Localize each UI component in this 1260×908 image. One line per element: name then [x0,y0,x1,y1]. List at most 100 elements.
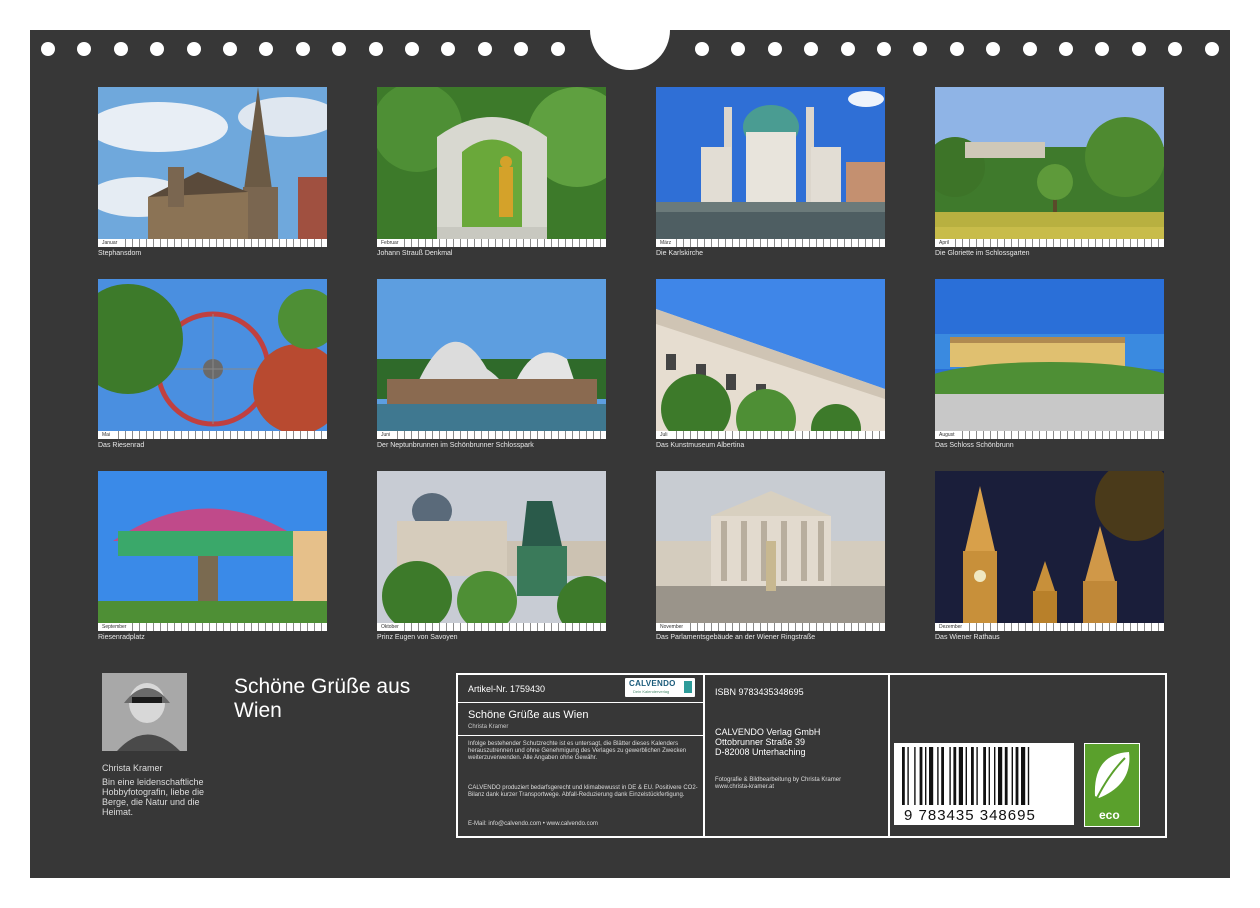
barcode-bar [971,747,974,805]
barcode-bar [941,747,944,805]
karlskirche-image [656,87,885,247]
legal-notice: Infolge bestehender Schutzrechte ist es … [468,741,687,761]
author-bio: Bin eine leidenschaftliche Hobbyfotograf… [102,777,205,817]
info-calendar-title: Schöne Grüße aus Wien [468,709,589,721]
photo-image: März [656,87,885,247]
riesenrad-image [98,279,327,439]
publisher-column: ISBN 9783435348695 CALVENDO Verlag GmbH … [705,675,890,836]
binding-hole [1022,42,1037,56]
photo-tile-riesenradplatz: September Riesenradplatz [98,471,327,641]
photo-tile-schoenbrunn: August Das Schloss Schönbrunn [935,279,1164,449]
month-label: Juli [658,431,670,439]
month-label: April [937,239,952,247]
month-label: Mai [100,431,113,439]
barcode-bar [925,747,927,805]
binding-hole [405,42,419,56]
logo-mark-icon [684,681,692,693]
barcode-bar [1015,747,1019,805]
binding-hole [259,42,274,56]
prinz-eugen-image [377,471,606,631]
photo-caption: Die Karlskirche [656,250,704,257]
barcode-bar [983,747,986,805]
author-name: Christa Kramer [102,763,163,773]
photo-caption: Prinz Eugen von Savoyen [377,634,458,641]
eco-badge: eco [1084,743,1140,827]
barcode: 9 783435 348695 [894,743,1074,825]
binding-hole [840,42,855,56]
publisher-address: CALVENDO Verlag GmbH Ottobrunner Straße … [715,727,820,757]
photo-image: September [98,471,327,631]
photo-caption: Das Riesenrad [98,442,145,449]
binding-hole [223,42,237,56]
photo-image: August [935,279,1164,439]
eco-label: eco [1099,808,1120,822]
barcode-digits: 9 783435 348695 [904,807,1036,824]
barcode-bar [988,747,990,805]
binding-hole [41,42,55,56]
binding-hole [550,42,565,56]
hanger-cutout [590,0,670,70]
month-label: August [937,431,957,439]
binding-hole [113,42,128,56]
photo-caption: Johann Strauß Denkmal [377,250,453,257]
month-label: Januar [100,239,120,247]
logo-subtitle: Dein Kalenderverlag [633,689,670,694]
binding-hole [368,42,383,56]
strauss-monument-image [377,87,606,247]
barcode-bar [1004,747,1008,805]
info-calendar-author: Christa Kramer [468,724,509,730]
binding-hole [77,42,92,56]
barcode-bar [902,747,905,805]
barcode-bar [929,747,934,805]
photo-image: Januar [98,87,327,247]
binding-hole [1204,42,1219,56]
photo-caption: Das Parlamentsgebäude an der Wiener Ring… [656,634,816,641]
publisher-name: CALVENDO Verlag GmbH [715,727,821,737]
calendar-title: Schöne Grüße aus Wien [234,675,411,722]
publisher-city: D-82008 Unterhaching [715,747,806,757]
month-label: Februar [379,239,401,247]
barcode-bar [994,747,996,805]
leaf-icon [1094,752,1130,799]
barcode-bar [1021,747,1026,805]
neptunbrunnen-image [377,279,606,439]
binding-hole [913,42,928,56]
isbn: ISBN 9783435348695 [715,687,804,697]
binding-hole [804,42,819,56]
month-label: Dezember [937,623,965,631]
photo-image: Mai [98,279,327,439]
photo-credit: Fotografie & Bildbearbeitung by Christa … [715,777,885,791]
photo-image: Februar [377,87,606,247]
photo-tile-strauss: Februar Johann Strauß Denkmal [377,87,606,257]
photo-tile-riesenrad: Mai Das Riesenrad [98,279,327,449]
carousel-image [98,471,327,631]
photo-tile-parlament: November Das Parlamentsgebäude an der Wi… [656,471,885,641]
barcode-bar [958,747,963,805]
binding-hole [695,42,709,56]
binding-hole [332,42,347,56]
barcode-bar [1027,747,1030,805]
binding-hole [477,42,492,56]
barcode-bar [907,747,909,805]
binding-hole [767,42,782,56]
article-number: Artikel-Nr. 1759430 [468,684,546,694]
binding-hole [986,42,1001,56]
environment-notice: CALVENDO produziert bedarfsgerecht und k… [468,785,698,798]
stephansdom-image [98,87,327,247]
barcode-bar [953,747,957,805]
photo-tile-karlskirche: März Die Karlskirche [656,87,885,257]
binding-hole [1095,42,1110,56]
credit-text: Fotografie & Bildbearbeitung by Christa … [715,777,842,783]
calendar-back-page: Januar Stephansdom Februar Johann Strauß… [30,0,1230,878]
article-column: Artikel-Nr. 1759430 CALVENDO Dein Kalend… [458,675,705,836]
barcode-bar [914,747,916,805]
binding-hole [1131,42,1146,56]
barcode-bar [949,747,951,805]
binding-hole [514,42,529,56]
contact-line: E-Mail: info@calvendo.com • www.calvendo… [468,821,598,827]
month-label: Juni [379,431,393,439]
albertina-image [656,279,885,439]
photo-caption: Stephansdom [98,250,142,257]
binding-hole [1168,42,1183,56]
barcode-bar [965,747,967,805]
